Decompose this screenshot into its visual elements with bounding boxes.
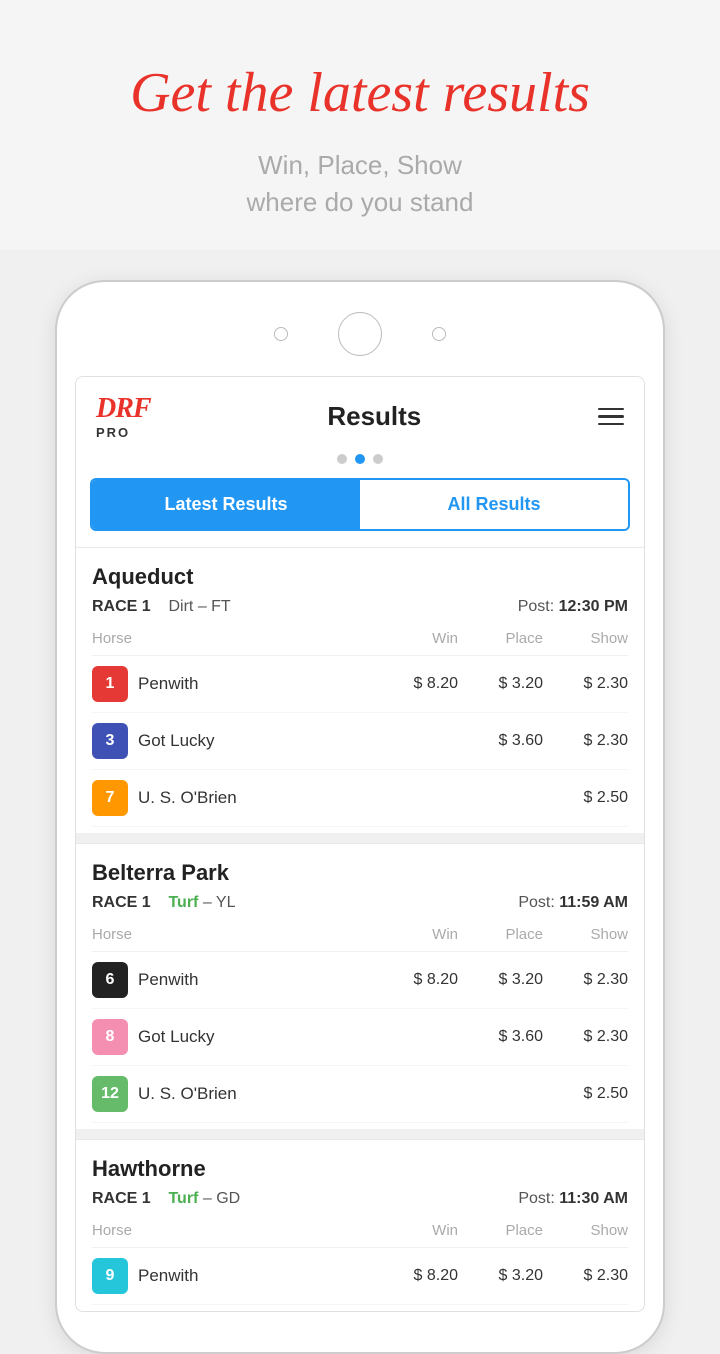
hamburger-line-1 [598, 408, 624, 411]
app-header: DRF PRO Results [76, 377, 644, 448]
post-time-0: Post: 12:30 PM [518, 598, 628, 616]
horse-show-1-2: $ 2.50 [543, 1085, 628, 1103]
drf-logo-text: DRF [96, 393, 151, 425]
horse-show-0-1: $ 2.30 [543, 732, 628, 750]
camera-dot [274, 327, 288, 341]
dot-2-active [355, 454, 365, 464]
horse-win-2-0: $ 8.20 [373, 1267, 458, 1285]
race-label-0: RACE 1 Dirt – FT [92, 598, 231, 616]
horse-row-0-1: 3 Got Lucky $ 3.60 $ 2.30 [92, 713, 628, 770]
horse-name-2-0: Penwith [138, 1266, 373, 1286]
page-title: Results [327, 401, 421, 432]
horse-name-0-2: U. S. O'Brien [138, 788, 373, 808]
surface-0: Dirt [168, 598, 193, 615]
horse-number-1-1: 8 [92, 1019, 128, 1055]
phone-camera-area [67, 312, 653, 356]
phone-screen: DRF PRO Results Latest Results All Resul… [75, 376, 645, 1312]
section-divider-1 [76, 1129, 644, 1139]
drf-logo: DRF PRO [96, 393, 151, 440]
horse-name-1-0: Penwith [138, 970, 373, 990]
horse-win-0-0: $ 8.20 [373, 675, 458, 693]
horse-name-0-1: Got Lucky [138, 731, 373, 751]
horse-row-0-0: 1 Penwith $ 8.20 $ 3.20 $ 2.30 [92, 656, 628, 713]
race-info-1: RACE 1 Turf – YL Post: 11:59 AM [92, 894, 628, 912]
horse-row-1-1: 8 Got Lucky $ 3.60 $ 2.30 [92, 1009, 628, 1066]
race-section-1: Belterra Park RACE 1 Turf – YL Post: 11:… [76, 843, 644, 1129]
race-section-2: Hawthorne RACE 1 Turf – GD Post: 11:30 A… [76, 1139, 644, 1311]
horse-show-0-2: $ 2.50 [543, 789, 628, 807]
section-divider-0 [76, 833, 644, 843]
col-headers-0: Horse Win Place Show [92, 626, 628, 656]
race-label-1: RACE 1 Turf – YL [92, 894, 235, 912]
horse-row-1-2: 12 U. S. O'Brien $ 2.50 [92, 1066, 628, 1123]
track-name-1: Belterra Park [92, 860, 628, 886]
condition-0: – FT [198, 598, 231, 615]
page-dots-indicator [76, 448, 644, 478]
race-section-0: Aqueduct RACE 1 Dirt – FT Post: 12:30 PM… [76, 547, 644, 833]
track-name-0: Aqueduct [92, 564, 628, 590]
tab-all-results[interactable]: All Results [360, 480, 628, 529]
horse-name-1-2: U. S. O'Brien [138, 1084, 373, 1104]
horse-place-0-1: $ 3.60 [458, 732, 543, 750]
horse-row-0-2: 7 U. S. O'Brien $ 2.50 [92, 770, 628, 827]
tab-latest-results[interactable]: Latest Results [92, 480, 360, 529]
race-label-2: RACE 1 Turf – GD [92, 1190, 240, 1208]
horse-place-1-1: $ 3.60 [458, 1028, 543, 1046]
race-info-2: RACE 1 Turf – GD Post: 11:30 AM [92, 1190, 628, 1208]
condition-2: – GD [203, 1190, 240, 1207]
horse-win-1-0: $ 8.20 [373, 971, 458, 989]
races-container: Aqueduct RACE 1 Dirt – FT Post: 12:30 PM… [76, 547, 644, 1311]
col-headers-2: Horse Win Place Show [92, 1218, 628, 1248]
horse-show-2-0: $ 2.30 [543, 1267, 628, 1285]
horse-number-0-2: 7 [92, 780, 128, 816]
horse-name-1-1: Got Lucky [138, 1027, 373, 1047]
hero-section: Get the latest results Win, Place, Show … [0, 0, 720, 250]
horse-show-0-0: $ 2.30 [543, 675, 628, 693]
hero-subtitle-line2: where do you stand [247, 187, 474, 217]
horse-number-0-1: 3 [92, 723, 128, 759]
hamburger-line-2 [598, 415, 624, 418]
col-headers-1: Horse Win Place Show [92, 922, 628, 952]
horse-place-0-0: $ 3.20 [458, 675, 543, 693]
surface-1: Turf [168, 894, 198, 911]
horse-name-0-0: Penwith [138, 674, 373, 694]
hero-subtitle-line1: Win, Place, Show [258, 150, 462, 180]
race-info-0: RACE 1 Dirt – FT Post: 12:30 PM [92, 598, 628, 616]
phone-mockup: DRF PRO Results Latest Results All Resul… [55, 280, 665, 1354]
menu-button[interactable] [598, 408, 624, 426]
horse-number-0-0: 1 [92, 666, 128, 702]
dot-1 [337, 454, 347, 464]
horse-number-1-0: 6 [92, 962, 128, 998]
horse-show-1-1: $ 2.30 [543, 1028, 628, 1046]
camera-dot-right [432, 327, 446, 341]
condition-1: – YL [203, 894, 236, 911]
hamburger-line-3 [598, 423, 624, 426]
horse-row-1-0: 6 Penwith $ 8.20 $ 3.20 $ 2.30 [92, 952, 628, 1009]
home-button[interactable] [338, 312, 382, 356]
horse-show-1-0: $ 2.30 [543, 971, 628, 989]
post-time-2: Post: 11:30 AM [518, 1190, 628, 1208]
horse-row-2-0: 9 Penwith $ 8.20 $ 3.20 $ 2.30 [92, 1248, 628, 1305]
dot-3 [373, 454, 383, 464]
horse-number-1-2: 12 [92, 1076, 128, 1112]
post-time-1: Post: 11:59 AM [518, 894, 628, 912]
horse-place-2-0: $ 3.20 [458, 1267, 543, 1285]
horse-place-1-0: $ 3.20 [458, 971, 543, 989]
hero-subtitle: Win, Place, Show where do you stand [40, 147, 680, 220]
horse-number-2-0: 9 [92, 1258, 128, 1294]
track-name-2: Hawthorne [92, 1156, 628, 1182]
results-tabs: Latest Results All Results [90, 478, 630, 531]
drf-pro-text: PRO [96, 425, 130, 440]
surface-2: Turf [168, 1190, 198, 1207]
hero-title: Get the latest results [40, 60, 680, 127]
